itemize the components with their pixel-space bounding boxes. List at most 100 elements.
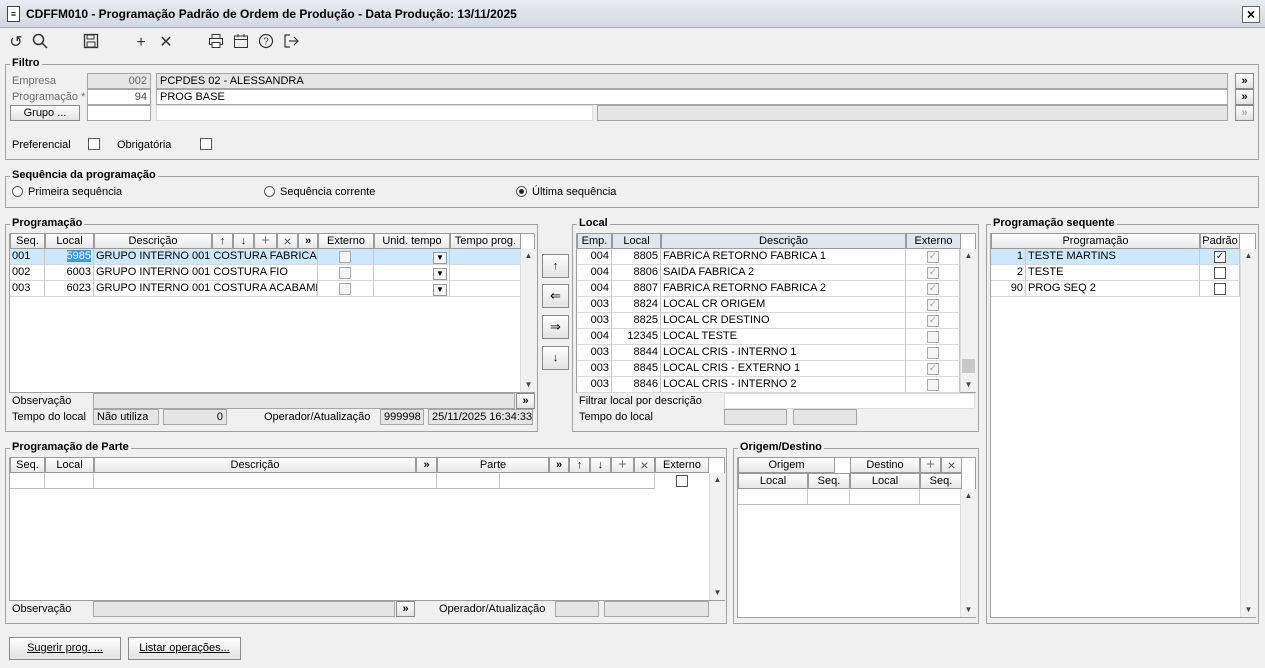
table-cell-descricao[interactable]: LOCAL CRIS - EXTERNO 1 <box>661 361 906 377</box>
programacao-more-button[interactable]: » <box>1235 89 1254 105</box>
col-unid-tempo[interactable]: Unid. tempo <box>374 233 450 249</box>
preferencial-checkbox[interactable] <box>88 138 100 150</box>
scroll-up-icon[interactable]: ▲ <box>521 249 536 263</box>
move-down-icon[interactable]: ↓ <box>233 233 254 249</box>
observacao-field[interactable] <box>93 393 515 409</box>
col-externo[interactable]: Externo <box>906 233 961 249</box>
programacao-scrollbar[interactable]: ▲ ▼ <box>520 249 536 392</box>
table-cell-local[interactable] <box>45 473 94 489</box>
externo-checkbox[interactable] <box>927 331 939 343</box>
table-cell[interactable] <box>850 489 920 505</box>
move-down-button[interactable]: ↓ <box>542 346 569 370</box>
col-descricao[interactable]: Descrição <box>94 233 212 249</box>
table-cell-num[interactable]: 90 <box>991 281 1026 297</box>
obrigatoria-checkbox[interactable] <box>200 138 212 150</box>
save-icon[interactable] <box>81 33 101 53</box>
col-local[interactable]: Local <box>45 457 94 473</box>
delete-row-icon[interactable]: × <box>634 457 655 473</box>
grupo-name-field[interactable] <box>156 105 593 121</box>
externo-checkbox[interactable] <box>339 251 351 263</box>
dropdown-arrow-icon[interactable]: ▼ <box>433 268 447 280</box>
externo-checkbox[interactable]: ✓ <box>927 363 939 375</box>
table-cell-descricao[interactable]: LOCAL CRIS - INTERNO 1 <box>661 345 906 361</box>
col-padrao[interactable]: Padrão <box>1200 233 1240 249</box>
table-cell-name[interactable]: TESTE <box>1026 265 1200 281</box>
scroll-up-icon[interactable]: ▲ <box>1241 249 1256 263</box>
local-scrollbar[interactable]: ▲ ▼ <box>960 249 976 392</box>
col-parte[interactable]: Parte <box>437 457 549 473</box>
table-cell-descricao[interactable]: LOCAL CR ORIGEM <box>661 297 906 313</box>
empresa-more-button[interactable]: » <box>1235 73 1254 89</box>
parte-scrollbar[interactable]: ▲ ▼ <box>709 473 725 600</box>
table-cell-seq[interactable] <box>10 473 45 489</box>
table-cell-descricao[interactable]: LOCAL CRIS - INTERNO 2 <box>661 377 906 393</box>
grupo-button[interactable]: Grupo ... <box>10 105 80 121</box>
padrao-checkbox[interactable]: ✓ <box>1214 251 1226 263</box>
table-cell-local[interactable]: 6023 <box>45 281 94 297</box>
table-cell-descricao[interactable]: LOCAL CR DESTINO <box>661 313 906 329</box>
table-cell-local[interactable]: 8805 <box>612 249 661 265</box>
table-cell-descricao[interactable]: FABRICA RETORNO FABRICA 1 <box>661 249 906 265</box>
table-cell-parte[interactable] <box>437 473 500 489</box>
table-cell-local[interactable]: 6003 <box>45 265 94 281</box>
table-cell-seq[interactable]: 001 <box>10 249 45 265</box>
delete-row-icon[interactable]: × <box>277 233 298 249</box>
delete-row-icon[interactable]: × <box>941 457 962 473</box>
col-seq[interactable]: Seq. <box>10 457 45 473</box>
col-origem-local[interactable]: Local <box>738 473 808 489</box>
scroll-down-icon[interactable]: ▼ <box>961 603 976 617</box>
table-cell-emp[interactable]: 003 <box>577 361 612 377</box>
grupo-more-button[interactable]: » <box>1235 105 1254 121</box>
col-origem-seq[interactable]: Seq. <box>808 473 850 489</box>
externo-checkbox[interactable]: ✓ <box>927 251 939 263</box>
add-row-icon[interactable]: + <box>920 457 941 473</box>
scroll-down-icon[interactable]: ▼ <box>710 586 725 600</box>
externo-checkbox[interactable]: ✓ <box>927 315 939 327</box>
more-icon[interactable]: » <box>549 457 569 473</box>
table-cell-descricao[interactable]: FABRICA RETORNO FABRICA 2 <box>661 281 906 297</box>
externo-checkbox[interactable] <box>676 475 688 487</box>
col-descricao[interactable]: Descrição <box>661 233 906 249</box>
table-cell-local[interactable]: 8845 <box>612 361 661 377</box>
table-cell-local[interactable]: 8824 <box>612 297 661 313</box>
table-cell-local[interactable]: 8846 <box>612 377 661 393</box>
table-cell-emp[interactable]: 003 <box>577 377 612 393</box>
table-cell-local[interactable]: 8825 <box>612 313 661 329</box>
table-cell[interactable] <box>920 489 962 505</box>
undo-icon[interactable]: ↺ <box>6 33 26 53</box>
table-cell-descricao[interactable]: SAIDA FABRICA 2 <box>661 265 906 281</box>
table-cell-local[interactable]: 8807 <box>612 281 661 297</box>
col-destino-local[interactable]: Local <box>850 473 920 489</box>
listar-operacoes-button[interactable]: Listar operações... <box>128 637 241 660</box>
externo-checkbox[interactable]: ✓ <box>927 267 939 279</box>
externo-checkbox[interactable]: ✓ <box>927 283 939 295</box>
table-cell-descricao[interactable]: GRUPO INTERNO 001 COSTURA ACABAMENT <box>94 281 318 297</box>
col-local[interactable]: Local <box>45 233 94 249</box>
scroll-up-icon[interactable]: ▲ <box>961 249 976 263</box>
calendar-icon[interactable] <box>231 33 251 53</box>
parte-observacao-more-button[interactable]: » <box>396 601 415 617</box>
table-cell-parte-desc[interactable] <box>500 473 655 489</box>
parte-observacao-field[interactable] <box>93 601 395 617</box>
move-left-button[interactable]: ⇐ <box>542 284 569 308</box>
radio-primeira-sequencia[interactable] <box>12 186 23 197</box>
radio-sequencia-corrente[interactable] <box>264 186 275 197</box>
observacao-more-button[interactable]: » <box>516 393 535 409</box>
scroll-down-icon[interactable]: ▼ <box>961 378 976 392</box>
table-cell-descricao[interactable] <box>94 473 437 489</box>
table-cell-local[interactable]: 12345 <box>612 329 661 345</box>
table-cell-local[interactable]: 8844 <box>612 345 661 361</box>
scroll-thumb[interactable] <box>962 359 975 373</box>
programacao-code-field[interactable]: 94 <box>87 89 151 105</box>
table-cell-name[interactable]: PROG SEQ 2 <box>1026 281 1200 297</box>
table-cell-descricao[interactable]: GRUPO INTERNO 001 COSTURA FIO <box>94 265 318 281</box>
externo-checkbox[interactable] <box>339 283 351 295</box>
table-cell-emp[interactable]: 003 <box>577 345 612 361</box>
empresa-code-field[interactable]: 002 <box>87 73 151 89</box>
radio-ultima-sequencia[interactable] <box>516 186 527 197</box>
more-icon[interactable]: » <box>298 233 318 249</box>
padrao-checkbox[interactable] <box>1214 267 1226 279</box>
externo-checkbox[interactable] <box>927 347 939 359</box>
destino-button[interactable]: Destino <box>850 457 920 473</box>
table-cell[interactable] <box>808 489 850 505</box>
